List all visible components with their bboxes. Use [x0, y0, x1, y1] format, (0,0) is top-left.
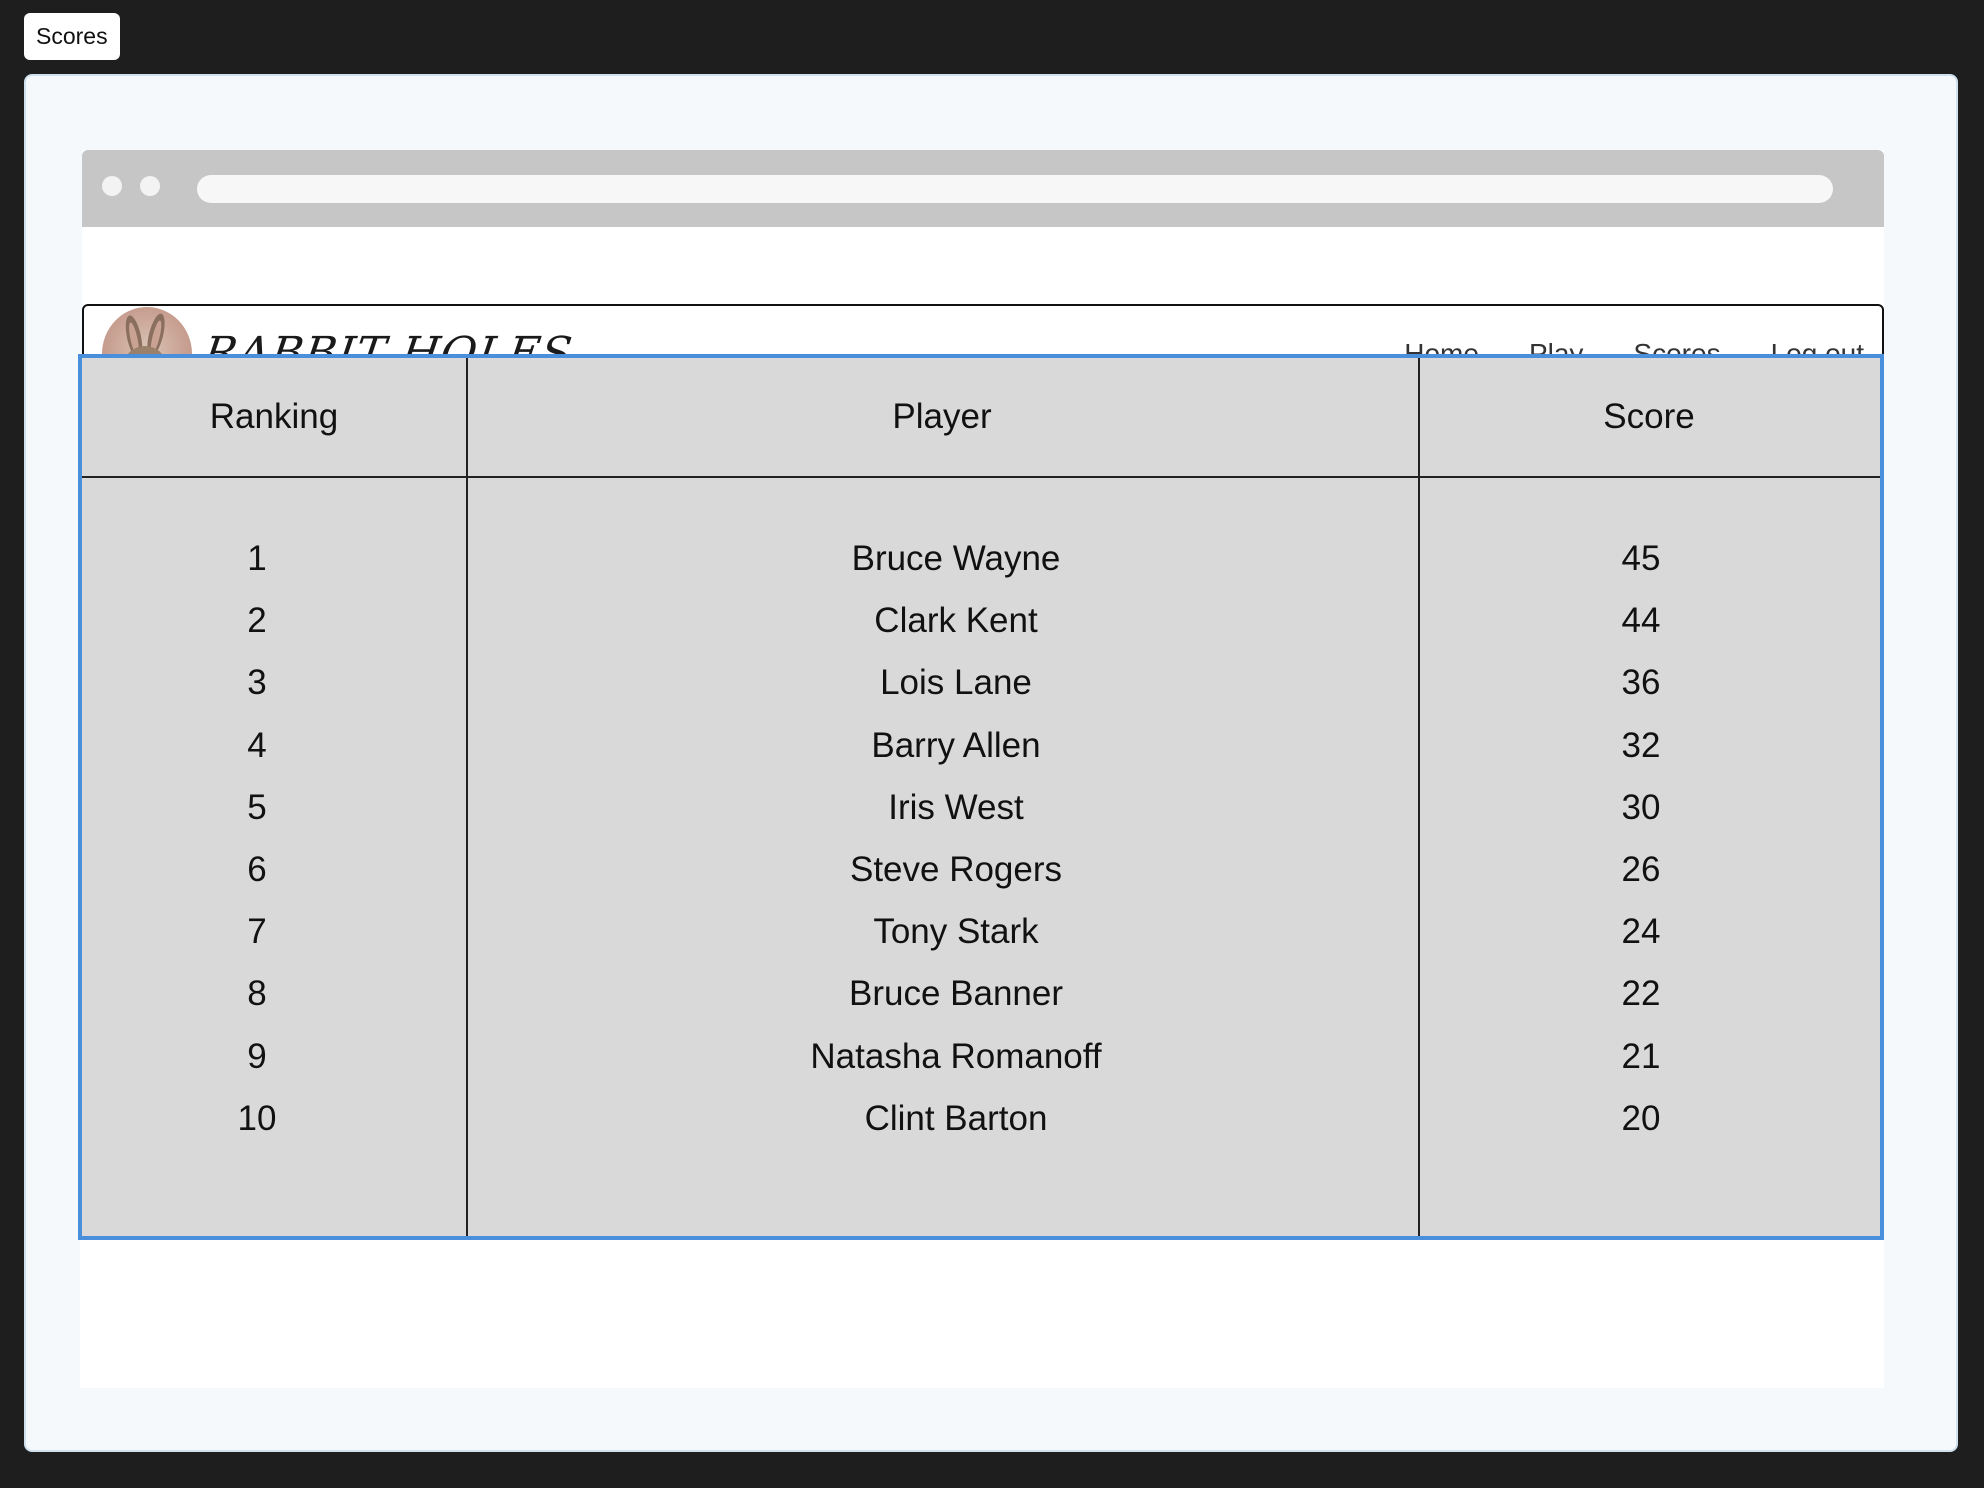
- score-cell: 44: [1621, 601, 1661, 641]
- player-cell: Bruce Wayne: [851, 539, 1061, 579]
- player-cell: Barry Allen: [871, 725, 1041, 765]
- score-cell: 36: [1621, 663, 1661, 703]
- browser-chrome: [82, 150, 1884, 227]
- score-cell: 20: [1621, 1098, 1661, 1138]
- player-cell: Clint Barton: [864, 1098, 1048, 1138]
- header-divider: [82, 476, 1880, 478]
- score-cell: 45: [1621, 539, 1661, 579]
- rank-cell: 10: [237, 1098, 277, 1138]
- score-cell: 26: [1621, 850, 1661, 890]
- rank-cell: 7: [247, 912, 267, 952]
- player-cell: Bruce Banner: [848, 974, 1064, 1014]
- score-cell: 24: [1621, 912, 1661, 952]
- score-cell: 21: [1621, 1036, 1661, 1076]
- header-score: Score: [1603, 397, 1695, 436]
- score-cell: 32: [1621, 725, 1661, 765]
- rank-cell: 3: [247, 663, 267, 703]
- table-row: 8 Bruce Banner 22: [82, 963, 1880, 1025]
- table-row: 9 Natasha Romanoff 21: [82, 1026, 1880, 1088]
- scores-table[interactable]: Ranking Player Score 1 Bruce Wayne 45 2 …: [78, 354, 1884, 1240]
- table-body: 1 Bruce Wayne 45 2 Clark Kent 44 3 Lois …: [82, 528, 1880, 1150]
- score-cell: 30: [1621, 787, 1661, 827]
- player-cell: Steve Rogers: [849, 850, 1063, 890]
- rank-cell: 4: [247, 725, 267, 765]
- table-row: 5 Iris West 30: [82, 777, 1880, 839]
- table-row: 10 Clint Barton 20: [82, 1088, 1880, 1150]
- frame-label: Scores: [24, 13, 120, 60]
- rank-cell: 8: [247, 974, 267, 1014]
- address-bar[interactable]: [197, 175, 1833, 203]
- player-cell: Tony Stark: [873, 912, 1039, 952]
- table-row: 3 Lois Lane 36: [82, 652, 1880, 714]
- rank-cell: 1: [247, 539, 267, 579]
- table-row: 7 Tony Stark 24: [82, 901, 1880, 963]
- frame-label-text: Scores: [36, 23, 108, 49]
- score-cell: 22: [1621, 974, 1661, 1014]
- header-ranking: Ranking: [209, 397, 339, 436]
- player-cell: Iris West: [888, 787, 1024, 827]
- window-dot-icon: [102, 176, 122, 196]
- player-cell: Clark Kent: [874, 601, 1038, 641]
- table-row: 6 Steve Rogers 26: [82, 839, 1880, 901]
- page-footer-area: [80, 1240, 1882, 1388]
- player-cell: Lois Lane: [880, 663, 1032, 703]
- rank-cell: 5: [247, 787, 267, 827]
- table-row: 1 Bruce Wayne 45: [82, 528, 1880, 590]
- table-row: 4 Barry Allen 32: [82, 715, 1880, 777]
- rank-cell: 2: [247, 601, 267, 641]
- header-player: Player: [892, 397, 992, 436]
- window-dot-icon: [140, 176, 160, 196]
- table-row: 2 Clark Kent 44: [82, 590, 1880, 652]
- player-cell: Natasha Romanoff: [810, 1036, 1102, 1076]
- rank-cell: 9: [247, 1036, 267, 1076]
- rank-cell: 6: [247, 850, 267, 890]
